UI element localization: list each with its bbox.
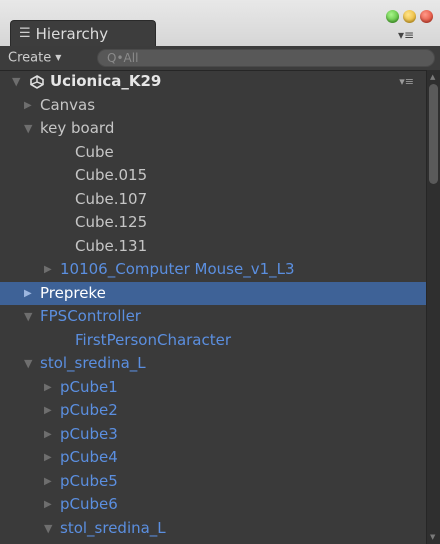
tree-row[interactable]: Cube.015 bbox=[0, 164, 426, 188]
collapsed-arrow-icon[interactable]: ▶ bbox=[44, 376, 52, 400]
tree-row-label: FPSController bbox=[40, 307, 141, 325]
collapsed-arrow-icon[interactable]: ▶ bbox=[44, 446, 52, 470]
search-placeholder: Q•All bbox=[107, 51, 139, 65]
unity-scene-icon bbox=[30, 75, 44, 89]
tree-row[interactable]: ▶ pCube2 bbox=[0, 399, 426, 423]
collapsed-arrow-icon[interactable]: ▶ bbox=[24, 282, 32, 306]
tree-row[interactable]: ▶ pCube5 bbox=[0, 470, 426, 494]
tree-row[interactable]: Cube bbox=[0, 141, 426, 165]
collapsed-arrow-icon[interactable]: ▶ bbox=[44, 493, 52, 517]
hierarchy-toolbar: Create ▼ Q•All bbox=[0, 46, 440, 71]
collapsed-arrow-icon[interactable]: ▶ bbox=[44, 399, 52, 423]
tree-row[interactable]: ▶ Canvas bbox=[0, 94, 426, 118]
tree-row[interactable]: ▶ pCube6 bbox=[0, 493, 426, 517]
tree-row-label: Cube.131 bbox=[75, 236, 148, 255]
vertical-scrollbar[interactable]: ▲ ▼ bbox=[426, 70, 440, 544]
scroll-up-icon[interactable]: ▲ bbox=[430, 73, 435, 81]
tree-row-label: key board bbox=[40, 119, 115, 137]
dropdown-arrow-icon: ▼ bbox=[55, 53, 62, 62]
collapsed-arrow-icon[interactable]: ▶ bbox=[44, 258, 52, 282]
tree-row-label: Prepreke bbox=[40, 283, 106, 302]
expanded-arrow-icon[interactable]: ▼ bbox=[44, 517, 52, 541]
tab-hierarchy-label: Hierarchy bbox=[35, 24, 109, 43]
tree-row-label: Cube.015 bbox=[75, 166, 148, 184]
window-titlebar: ☰ Hierarchy ▾≡ bbox=[0, 0, 440, 46]
tree-row-label: stol_sredina_L bbox=[60, 518, 166, 537]
tree-row[interactable]: ▼ stol_sredina_L bbox=[0, 517, 426, 541]
tab-hierarchy[interactable]: ☰ Hierarchy bbox=[10, 20, 156, 46]
scrollbar-thumb[interactable] bbox=[429, 84, 438, 184]
panel-options-icon[interactable]: ▾≡ bbox=[398, 28, 414, 42]
hierarchy-tree: ▼ Ucionica_K29 ▾≡ ▶ Canvas ▼ key board Cube C… bbox=[0, 70, 426, 544]
tree-row-label: pCube3 bbox=[60, 424, 118, 443]
tree-row-label: Canvas bbox=[40, 95, 96, 114]
tree-row-label: Cube.107 bbox=[75, 189, 148, 208]
scroll-down-icon[interactable]: ▼ bbox=[430, 533, 435, 541]
tree-row-label: Cube.125 bbox=[75, 213, 148, 231]
tree-row[interactable]: Cube.131 bbox=[0, 235, 426, 259]
expand-arrow-icon[interactable]: ▼ bbox=[12, 70, 20, 94]
list-icon: ☰ bbox=[19, 26, 31, 41]
tree-row[interactable]: ▼ key board bbox=[0, 117, 426, 141]
tree-row-label: pCube1 bbox=[60, 377, 118, 396]
tree-row[interactable]: ▼ FPSController bbox=[0, 305, 426, 329]
tree-row-label: pCube2 bbox=[60, 401, 118, 419]
tree-row-label: stol_sredina_L bbox=[40, 354, 146, 372]
collapsed-arrow-icon[interactable]: ▶ bbox=[44, 423, 52, 447]
tree-row[interactable]: ▶ 10106_Computer Mouse_v1_L3 bbox=[0, 258, 426, 282]
tree-row-label: pCube6 bbox=[60, 495, 118, 513]
tree-row[interactable]: ▶ pCube4 bbox=[0, 446, 426, 470]
create-button-label: Create bbox=[8, 50, 52, 66]
tree-row-selected[interactable]: ▶ Prepreke bbox=[0, 281, 426, 306]
collapsed-arrow-icon[interactable]: ▶ bbox=[44, 470, 52, 494]
tree-row[interactable]: ▶ pCube1 bbox=[0, 376, 426, 400]
tree-row-label: pCube5 bbox=[60, 471, 118, 490]
tree-row[interactable]: ▼ stol_sredina_L bbox=[0, 352, 426, 376]
collapsed-arrow-icon[interactable]: ▶ bbox=[24, 94, 32, 118]
scene-menu-icon[interactable]: ▾≡ bbox=[399, 70, 414, 94]
tree-row-label: Cube bbox=[75, 142, 114, 161]
expanded-arrow-icon[interactable]: ▼ bbox=[24, 352, 32, 376]
expanded-arrow-icon[interactable]: ▼ bbox=[24, 305, 32, 329]
tree-row[interactable]: ▶ pCube3 bbox=[0, 423, 426, 447]
tree-row[interactable]: Cube.125 bbox=[0, 211, 426, 235]
scene-name: Ucionica_K29 bbox=[50, 72, 162, 90]
tree-row-label: 10106_Computer Mouse_v1_L3 bbox=[60, 260, 295, 278]
tree-row[interactable]: FirstPersonCharacter bbox=[0, 329, 426, 353]
minimize-button[interactable] bbox=[403, 10, 416, 23]
maximize-button[interactable] bbox=[386, 10, 399, 23]
tree-row-label: FirstPersonCharacter bbox=[75, 330, 232, 349]
create-button[interactable]: Create ▼ bbox=[8, 49, 61, 67]
scene-row[interactable]: ▼ Ucionica_K29 ▾≡ bbox=[0, 70, 426, 94]
tree-row[interactable]: Cube.107 bbox=[0, 188, 426, 212]
search-input[interactable]: Q•All bbox=[97, 49, 435, 67]
tree-row-label: pCube4 bbox=[60, 448, 118, 466]
expanded-arrow-icon[interactable]: ▼ bbox=[24, 117, 32, 141]
close-button[interactable] bbox=[420, 10, 433, 23]
